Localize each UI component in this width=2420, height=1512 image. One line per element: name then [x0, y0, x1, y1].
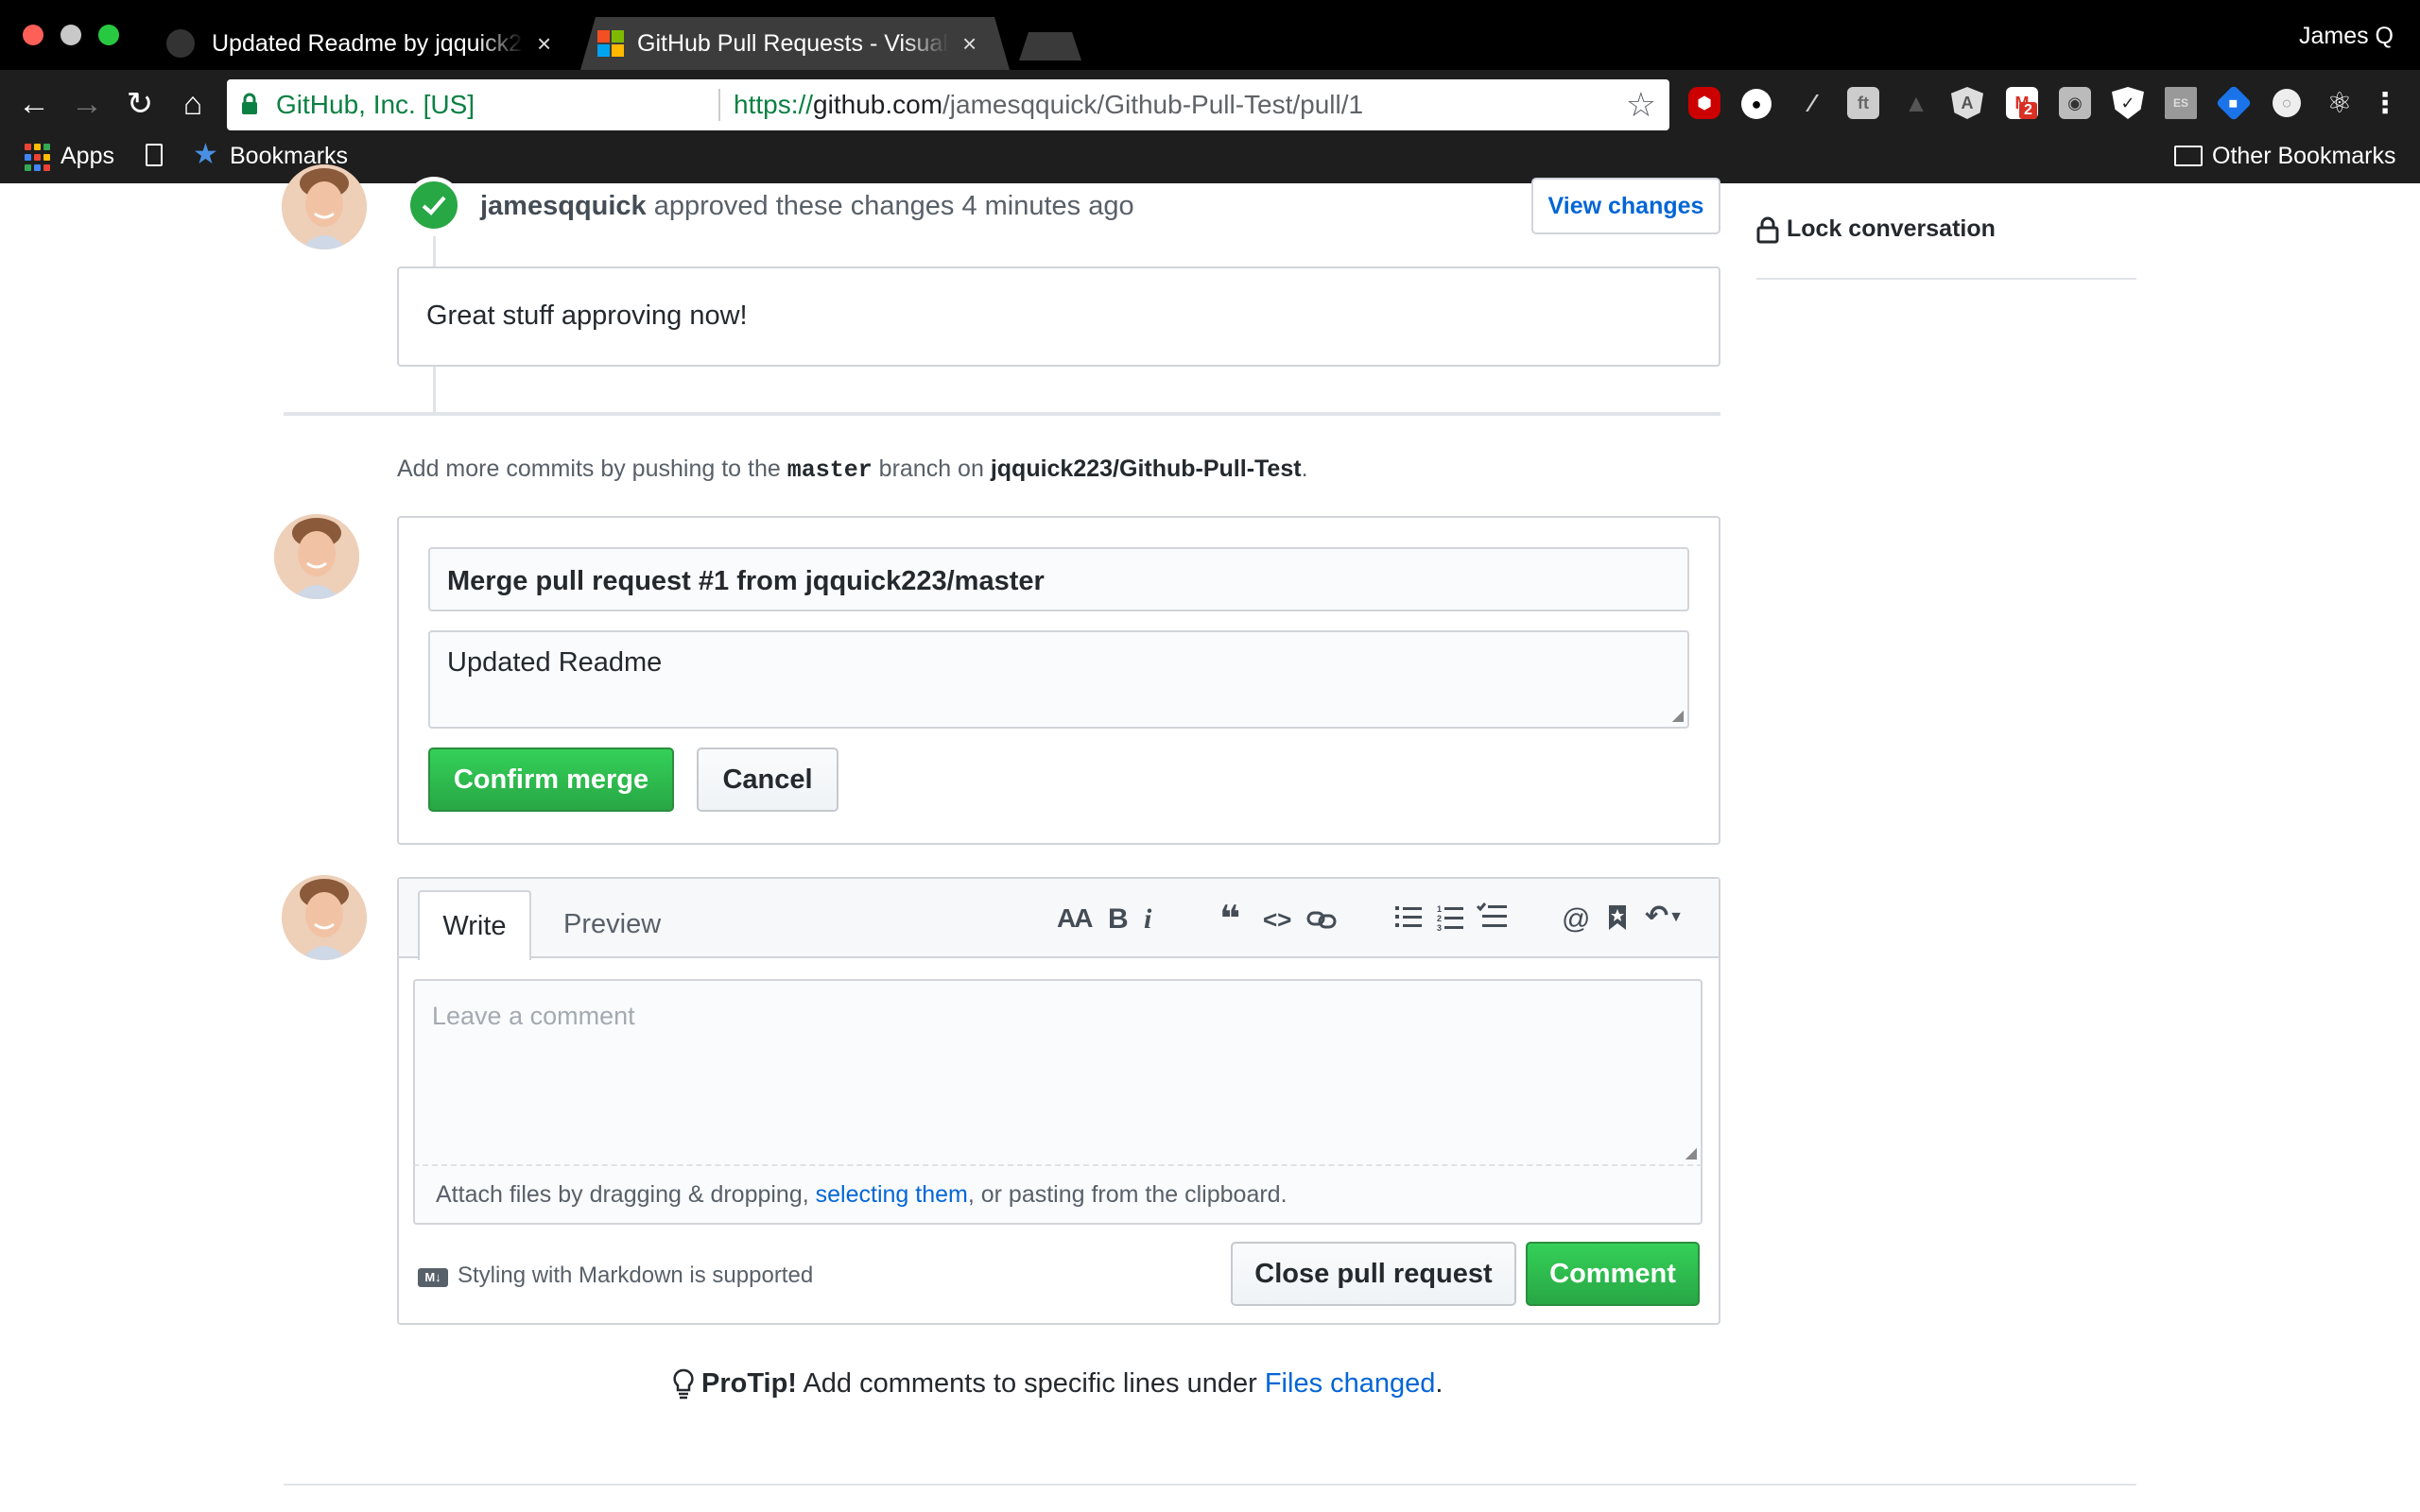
bookmark-star-icon[interactable]: ☆ — [1626, 85, 1656, 125]
lightbulb-icon — [673, 1368, 694, 1405]
apps-bookmark[interactable]: Apps — [60, 143, 114, 170]
svg-text:1: 1 — [1437, 904, 1442, 914]
view-changes-button[interactable]: View changes — [1531, 178, 1720, 234]
sidebar-divider — [1756, 278, 2136, 280]
reply-dropdown-icon[interactable]: ↶▼ — [1645, 900, 1684, 933]
svg-text:2: 2 — [1437, 914, 1442, 923]
graduation-cap-icon[interactable]: ▲ — [1900, 87, 1932, 119]
commit-hint: Add more commits by pushing to the maste… — [397, 455, 1308, 484]
review-header: jamesqquick approved these changes 4 min… — [480, 191, 1134, 222]
page-icon[interactable] — [146, 144, 163, 166]
review-action: approved these changes — [653, 191, 955, 221]
review-divider — [284, 412, 1720, 416]
lock-conversation-link[interactable]: Lock conversation — [1787, 215, 1996, 243]
round-extension-icon[interactable]: ○ — [2273, 89, 2301, 117]
ublock-extension-icon[interactable]: ⬢ — [1688, 87, 1720, 119]
url-text: https://github.com/jamesqquick/Github-Pu… — [734, 90, 1364, 119]
extension-circle-icon[interactable]: ● — [1741, 89, 1772, 119]
close-pull-request-button[interactable]: Close pull request — [1231, 1242, 1516, 1306]
profile-name[interactable]: James Q — [2299, 23, 2394, 50]
protip: ProTip! Add comments to specific lines u… — [701, 1368, 1443, 1399]
lock-icon — [1756, 215, 1779, 249]
resize-handle-icon[interactable]: ◢ — [1672, 706, 1684, 725]
avatar[interactable] — [282, 875, 367, 960]
browser-tab-strip: Updated Readme by jqquick223 × GitHub Pu… — [0, 0, 2420, 70]
bold-icon[interactable]: B — [1108, 903, 1129, 936]
apps-grid-icon[interactable] — [25, 144, 53, 172]
browser-tab[interactable]: GitHub Pull Requests - Visual Studio × — [580, 17, 1010, 70]
link-icon[interactable] — [1306, 907, 1337, 939]
unordered-list-icon[interactable] — [1395, 903, 1422, 937]
markdown-note[interactable]: Styling with Markdown is supported — [458, 1263, 813, 1289]
back-arrow-icon[interactable]: ← — [13, 83, 55, 125]
branch-name: master — [786, 456, 873, 484]
window-maximize-button[interactable] — [98, 25, 119, 45]
pen-extension-icon[interactable]: ⁄ — [1796, 87, 1828, 119]
site-identity: GitHub, Inc. [US] — [276, 90, 475, 119]
window-close-button[interactable] — [23, 25, 43, 45]
merge-body-textarea[interactable]: Updated Readme ◢ — [428, 630, 1689, 729]
comment-textarea[interactable]: Leave a comment ◢ — [413, 979, 1703, 1166]
browser-tab-active[interactable]: Updated Readme by jqquick223 × — [166, 17, 573, 70]
task-list-icon[interactable] — [1476, 902, 1507, 937]
approved-check-icon — [406, 178, 461, 232]
cancel-button[interactable]: Cancel — [697, 747, 838, 812]
attach-files-bar[interactable]: Attach files by dragging & dropping, sel… — [413, 1166, 1703, 1225]
markdown-icon: M↓ — [418, 1268, 448, 1287]
new-tab-button[interactable] — [1019, 32, 1081, 60]
comment-button[interactable]: Comment — [1526, 1242, 1700, 1306]
tab-title: GitHub Pull Requests - Visual Studio — [637, 29, 948, 57]
mention-icon[interactable]: @ — [1562, 903, 1590, 936]
other-bookmarks[interactable]: Other Bookmarks — [2212, 143, 2396, 170]
star-icon: ★ — [193, 139, 218, 170]
quote-icon[interactable]: ❝ — [1219, 898, 1240, 940]
forward-arrow-icon[interactable]: → — [66, 83, 108, 125]
tab-close-icon[interactable]: × — [537, 29, 551, 59]
browser-menu-icon[interactable]: ⋮ — [2369, 87, 2401, 119]
folder-icon — [2174, 146, 2203, 166]
avatar[interactable] — [282, 164, 367, 249]
es-extension-icon[interactable]: ES — [2165, 87, 2197, 119]
protip-label: ProTip! — [701, 1368, 797, 1399]
svg-text:3: 3 — [1437, 923, 1442, 932]
review-time[interactable]: 4 minutes ago — [961, 191, 1133, 221]
code-icon[interactable]: <> — [1263, 905, 1291, 935]
github-favicon-icon — [166, 29, 195, 58]
bookmarks-bar — [0, 138, 2420, 183]
tab-preview[interactable]: Preview — [563, 909, 661, 940]
italic-icon[interactable]: i — [1144, 903, 1151, 936]
react-extension-icon[interactable]: ⚛ — [2324, 87, 2356, 119]
selecting-them-link[interactable]: selecting them — [816, 1181, 968, 1208]
tab-close-icon[interactable]: × — [962, 29, 977, 59]
address-bar[interactable]: GitHub, Inc. [US] https://github.com/jam… — [227, 79, 1669, 130]
home-icon[interactable]: ⌂ — [172, 83, 214, 125]
avatar[interactable] — [274, 514, 359, 599]
secure-lock-icon — [242, 93, 257, 114]
extension-square-icon[interactable]: ft — [1847, 87, 1879, 119]
saved-reply-bookmark-icon[interactable] — [1607, 903, 1628, 939]
gmail-badge: 2 — [2019, 102, 2037, 119]
ordered-list-icon[interactable]: 123 — [1437, 903, 1463, 939]
header-text-icon[interactable]: AA — [1057, 903, 1093, 934]
address-separator — [718, 89, 720, 121]
files-changed-link[interactable]: Files changed — [1265, 1368, 1436, 1399]
reload-icon[interactable]: ↻ — [119, 83, 161, 125]
merge-title-input[interactable]: Merge pull request #1 from jqquick223/ma… — [428, 547, 1689, 611]
tab-write[interactable]: Write — [418, 890, 531, 960]
repo-name[interactable]: jqquick223/Github-Pull-Test — [991, 455, 1302, 482]
microsoft-favicon-icon — [597, 30, 624, 57]
camera-extension-icon[interactable]: ◉ — [2059, 87, 2091, 119]
page-bottom-divider — [284, 1484, 2136, 1486]
confirm-merge-button[interactable]: Confirm merge — [428, 747, 674, 812]
tab-title: Updated Readme by jqquick223 — [212, 29, 524, 57]
review-author[interactable]: jamesqquick — [480, 191, 647, 221]
window-minimize-button[interactable] — [60, 25, 81, 45]
resize-handle-icon[interactable]: ◢ — [1685, 1143, 1697, 1162]
review-comment-text: Great stuff approving now! — [426, 301, 748, 331]
